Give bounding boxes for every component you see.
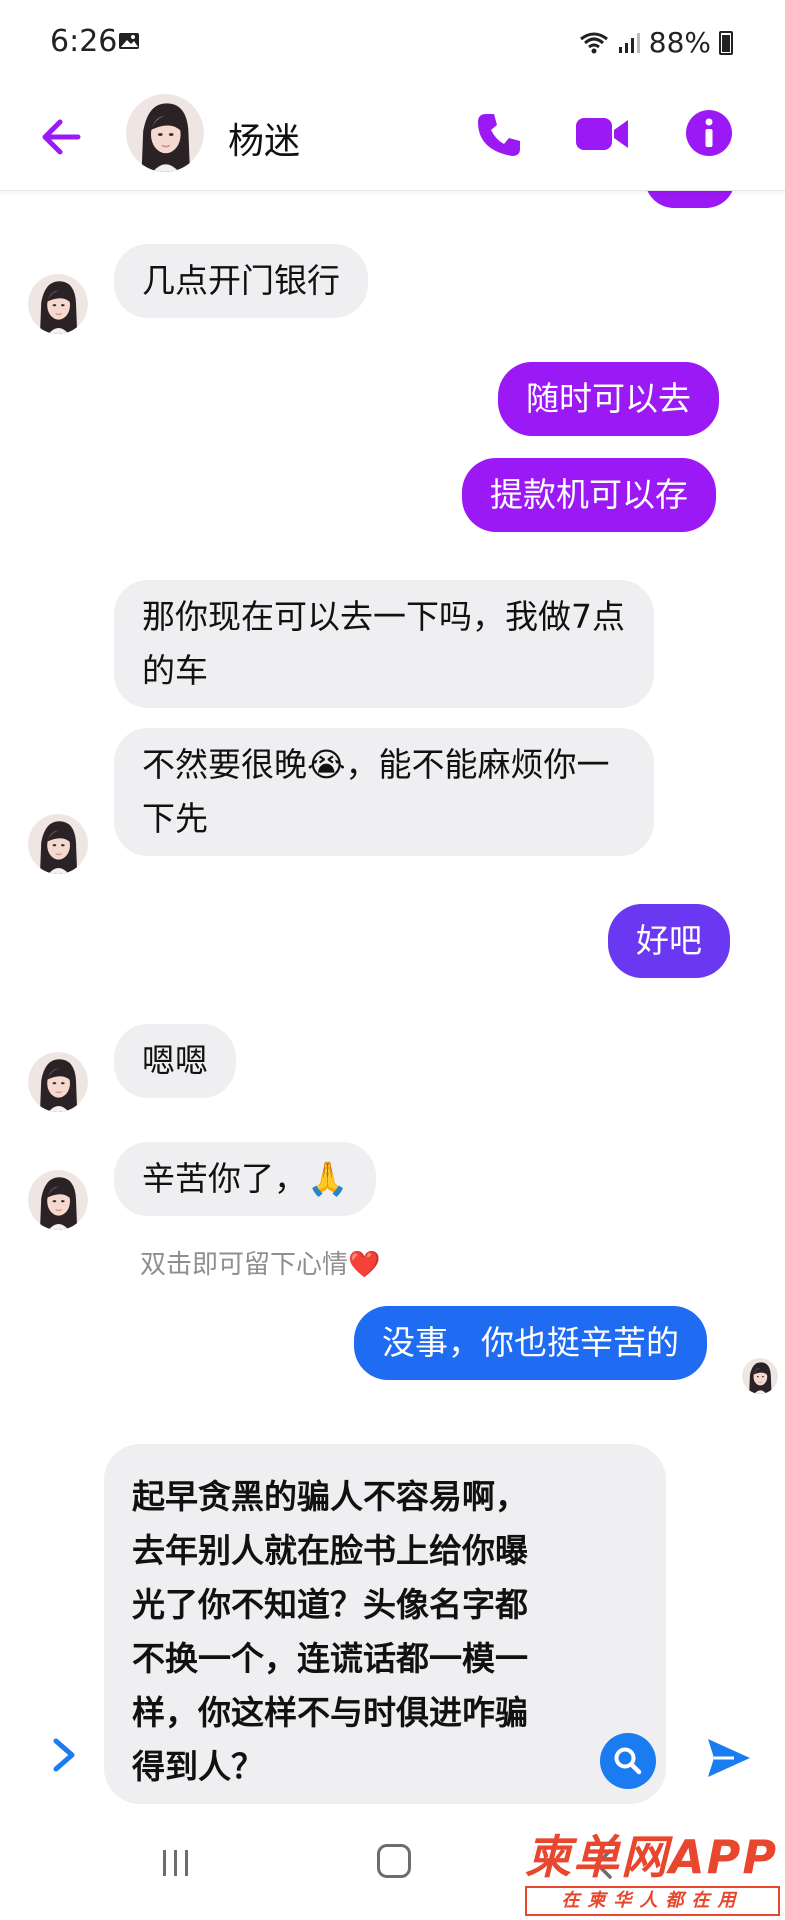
- home-icon[interactable]: [377, 1844, 411, 1878]
- contact-name[interactable]: 杨迷: [228, 112, 300, 164]
- sender-avatar: [28, 274, 88, 334]
- watermark-brand: 柬单网APP: [525, 1830, 779, 1884]
- sender-avatar: [28, 1170, 88, 1230]
- message-list[interactable]: 几点开门银行 随时可以去 提款机可以存 那你现在可以去一下吗，我做7点的车 不然…: [0, 190, 785, 1425]
- incoming-message[interactable]: 几点开门银行: [114, 244, 368, 318]
- outgoing-message[interactable]: 没事，你也挺辛苦的: [354, 1306, 707, 1380]
- status-bar: 6:26 88%: [0, 0, 785, 86]
- info-icon[interactable]: [684, 108, 734, 158]
- outgoing-message[interactable]: 提款机可以存: [462, 458, 716, 532]
- watermark-tagline: 在柬华人都在用: [525, 1886, 780, 1916]
- status-indicators: 88%: [579, 26, 733, 59]
- recent-apps-icon[interactable]: [160, 1848, 192, 1878]
- incoming-message[interactable]: 不然要很晚😭，能不能麻烦你一下先: [114, 728, 654, 856]
- reaction-hint-text: 双击即可留下心情: [140, 1250, 349, 1280]
- heart-icon: ❤️: [348, 1250, 381, 1280]
- outgoing-message[interactable]: 好吧: [608, 904, 730, 978]
- incoming-message[interactable]: 辛苦你了，🙏: [114, 1142, 377, 1216]
- phone-icon[interactable]: [474, 110, 524, 160]
- sender-avatar: [28, 814, 88, 874]
- message-composer: 起早贪黑的骗人不容易啊，去年别人就在脸书上给你曝光了你不知道？头像名字都不换一个…: [0, 1425, 785, 1820]
- chevron-right-icon[interactable]: [50, 1737, 78, 1773]
- message-input-text[interactable]: 起早贪黑的骗人不容易啊，去年别人就在脸书上给你曝光了你不知道？头像名字都不换一个…: [132, 1470, 552, 1794]
- seen-receipt-avatar: [742, 1358, 778, 1394]
- status-time: 6:26: [50, 24, 118, 59]
- signal-icon: [618, 32, 640, 53]
- chat-header: 杨迷: [0, 86, 785, 191]
- video-camera-icon[interactable]: [574, 112, 630, 156]
- contact-avatar[interactable]: [126, 94, 204, 172]
- watermark: 柬单网APP 在柬华人都在用: [525, 1830, 780, 1916]
- battery-icon: [719, 30, 733, 55]
- battery-percent: 88%: [648, 26, 711, 59]
- search-icon: [614, 1747, 642, 1775]
- back-arrow-icon[interactable]: [38, 114, 84, 160]
- gallery-notification-icon: [119, 33, 139, 49]
- incoming-message[interactable]: 嗯嗯: [114, 1024, 236, 1098]
- message-input[interactable]: 起早贪黑的骗人不容易啊，去年别人就在脸书上给你曝光了你不知道？头像名字都不换一个…: [104, 1444, 666, 1804]
- outgoing-message-partial: [645, 190, 735, 208]
- send-icon[interactable]: [706, 1737, 752, 1779]
- sender-avatar: [28, 1052, 88, 1112]
- outgoing-message[interactable]: 随时可以去: [498, 362, 719, 436]
- incoming-message[interactable]: 那你现在可以去一下吗，我做7点的车: [114, 580, 654, 708]
- wifi-icon: [579, 32, 608, 53]
- reaction-hint: 双击即可留下心情❤️: [140, 1244, 380, 1281]
- search-button[interactable]: [600, 1733, 656, 1789]
